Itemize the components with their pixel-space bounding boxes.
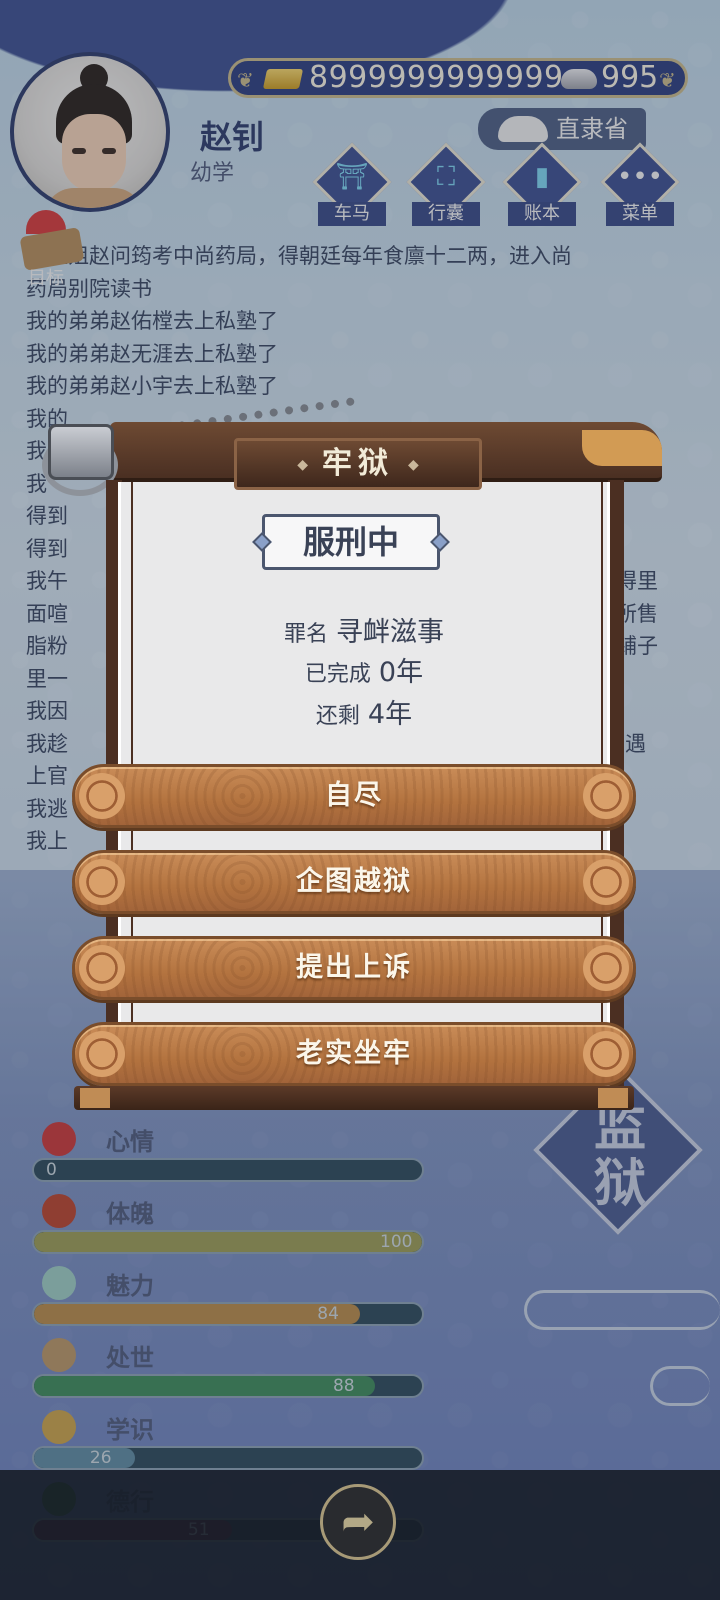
action-label: 企图越狱 <box>296 866 412 897</box>
escape-button[interactable]: 企图越狱 <box>72 850 636 914</box>
button-cap-left <box>79 945 125 991</box>
button-cap-left <box>79 1031 125 1077</box>
title-ornament: ◆ <box>297 456 308 473</box>
button-cap-right <box>583 773 629 819</box>
beam-ornament <box>582 430 662 466</box>
served-row: 已完成 0年 <box>118 650 610 689</box>
appeal-button[interactable]: 提出上诉 <box>72 936 636 1000</box>
button-cap-left <box>79 773 125 819</box>
beam-foot-right <box>598 1088 628 1108</box>
button-cap-left <box>79 859 125 905</box>
crime-label: 罪名 <box>283 622 328 647</box>
button-cap-right <box>583 945 629 991</box>
remaining-label: 还剩 <box>315 704 360 729</box>
modal-bottom-beam <box>74 1086 634 1110</box>
action-label: 提出上诉 <box>296 952 412 983</box>
beam-foot-left <box>80 1088 110 1108</box>
modal-title: 牢狱 <box>322 446 394 481</box>
serve-time-button[interactable]: 老实坐牢 <box>72 1022 636 1086</box>
status-tag: 服刑中 <box>252 514 450 570</box>
prison-modal: ◆ 牢狱 ◆ 服刑中 罪名 寻衅滋事 已完成 0年 还剩 4年 自尽 企图越狱 提出上诉 … <box>42 375 662 1110</box>
button-cap-right <box>583 859 629 905</box>
suicide-button[interactable]: 自尽 <box>72 764 636 828</box>
action-label: 老实坐牢 <box>296 1038 412 1069</box>
modal-title-plate: ◆ 牢狱 ◆ <box>234 438 482 490</box>
title-ornament: ◆ <box>408 456 419 473</box>
served-value: 0年 <box>378 657 424 688</box>
padlock-icon <box>48 424 114 480</box>
remaining-value: 4年 <box>367 699 413 730</box>
action-label: 自尽 <box>325 780 383 811</box>
button-cap-right <box>583 1031 629 1077</box>
crime-value: 寻衅滋事 <box>336 617 444 648</box>
served-label: 已完成 <box>304 662 371 687</box>
remaining-row: 还剩 4年 <box>118 692 610 731</box>
crime-row: 罪名 寻衅滋事 <box>118 610 610 649</box>
status-text: 服刑中 <box>302 523 399 561</box>
